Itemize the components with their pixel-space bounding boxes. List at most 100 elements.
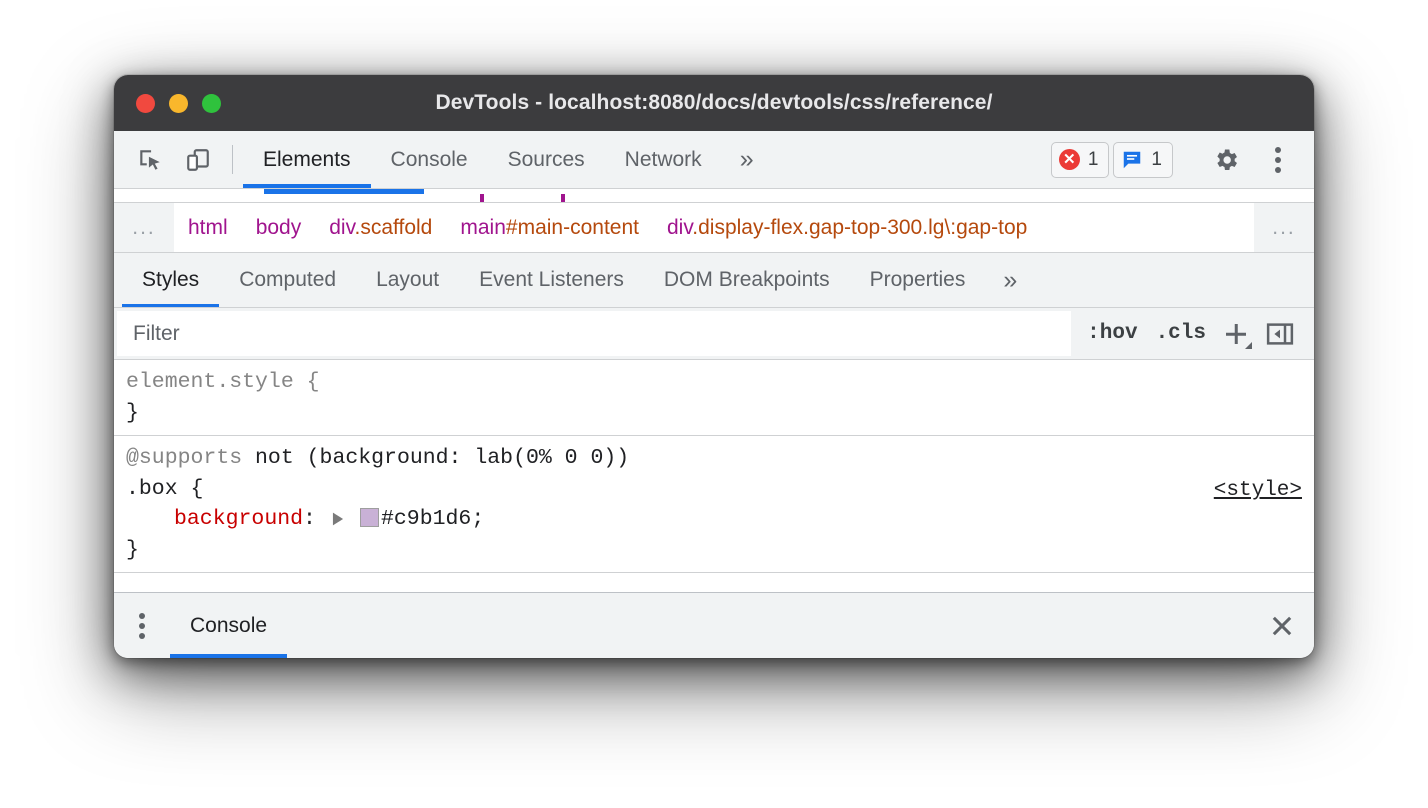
error-icon: ✕ bbox=[1059, 149, 1080, 170]
declaration-background-name[interactable]: background bbox=[174, 507, 303, 531]
window-titlebar: DevTools - localhost:8080/docs/devtools/… bbox=[114, 75, 1314, 131]
style-rule-next-clipped[interactable]: . bbox=[114, 573, 1314, 587]
tab-network-label: Network bbox=[625, 148, 702, 172]
filter-input[interactable] bbox=[117, 311, 1071, 356]
breadcrumb-item-main-content-extra: #main-content bbox=[506, 216, 639, 239]
breadcrumb-item-body[interactable]: body bbox=[242, 216, 316, 240]
chevron-double-right-icon-sidebar: » bbox=[1003, 266, 1015, 295]
main-menu-button[interactable] bbox=[1254, 147, 1302, 173]
style-rule-box[interactable]: @supports not (background: lab(0% 0 0)) … bbox=[114, 436, 1314, 573]
breadcrumb-item-div-scaffold-extra: .scaffold bbox=[355, 216, 433, 239]
styles-sidebar-tab-list: Styles Computed Layout Event Listeners D… bbox=[114, 253, 1314, 308]
toolbar-right-group: ✕ 1 1 bbox=[1051, 131, 1314, 188]
kebab-menu-icon bbox=[1275, 147, 1281, 173]
drawer-menu-button[interactable] bbox=[114, 593, 170, 658]
breadcrumb-overflow-right[interactable]: ... bbox=[1254, 203, 1314, 252]
close-icon bbox=[1268, 612, 1296, 640]
style-rule-element-style[interactable]: element.style { } bbox=[114, 360, 1314, 436]
element-style-close-brace: } bbox=[126, 398, 1314, 429]
message-count-badge[interactable]: 1 bbox=[1113, 142, 1173, 178]
tab-network[interactable]: Network bbox=[605, 131, 722, 188]
declaration-background[interactable]: background: ▶ #c9b1d6; bbox=[126, 504, 1314, 535]
more-sidebar-tabs-button[interactable]: » bbox=[985, 253, 1033, 307]
dom-selection-highlight bbox=[264, 189, 424, 194]
tab-elements-label: Elements bbox=[263, 148, 351, 172]
close-button[interactable] bbox=[136, 94, 155, 113]
color-swatch[interactable] bbox=[360, 508, 379, 527]
tab-computed-label: Computed bbox=[239, 268, 336, 292]
tab-dom-breakpoints-label: DOM Breakpoints bbox=[664, 268, 830, 292]
at-supports-keyword: @supports bbox=[126, 446, 242, 470]
tab-styles[interactable]: Styles bbox=[122, 253, 219, 307]
console-drawer: Console bbox=[114, 592, 1314, 658]
breadcrumb-overflow-left-label: ... bbox=[132, 216, 156, 240]
breadcrumb-item-div-scaffold[interactable]: div.scaffold bbox=[315, 216, 446, 240]
dom-tree-clipped-sliver bbox=[114, 189, 1314, 203]
supports-at-rule-line: @supports not (background: lab(0% 0 0)) bbox=[126, 443, 1314, 474]
dom-tag-fragment-2 bbox=[561, 194, 565, 203]
tab-dom-breakpoints[interactable]: DOM Breakpoints bbox=[644, 253, 850, 307]
at-supports-condition: not (background: lab(0% 0 0)) bbox=[242, 446, 629, 470]
dropdown-corner-icon bbox=[1245, 342, 1252, 349]
message-icon bbox=[1121, 149, 1143, 171]
tab-computed[interactable]: Computed bbox=[219, 253, 356, 307]
toggle-element-classes-button[interactable]: .cls bbox=[1150, 320, 1212, 347]
breadcrumb-overflow-left[interactable]: ... bbox=[114, 203, 174, 252]
tab-console-label: Console bbox=[391, 148, 468, 172]
breadcrumb-item-body-tag: body bbox=[256, 216, 302, 239]
tab-sources[interactable]: Sources bbox=[488, 131, 605, 188]
toggle-hover-state-button[interactable]: :hov bbox=[1081, 320, 1143, 347]
tab-styles-label: Styles bbox=[142, 268, 199, 292]
panel-tab-list: Elements Console Sources Network » bbox=[243, 131, 770, 188]
breadcrumb-item-main-content-tag: main bbox=[460, 216, 506, 239]
expand-shorthand-triangle-icon[interactable]: ▶ bbox=[329, 506, 347, 536]
error-count: 1 bbox=[1088, 149, 1099, 171]
new-style-rule-button[interactable] bbox=[1218, 316, 1254, 352]
breadcrumb-item-main-content[interactable]: main#main-content bbox=[446, 216, 653, 240]
breadcrumb-item-html[interactable]: html bbox=[174, 216, 242, 240]
box-close-brace: } bbox=[126, 535, 1314, 566]
inspect-element-icon bbox=[137, 147, 163, 173]
breadcrumb-item-div-display-flex[interactable]: div.display-flex.gap-top-300.lg\:gap-top bbox=[653, 216, 1041, 240]
chevron-double-right-icon: » bbox=[740, 145, 752, 174]
tab-event-listeners-label: Event Listeners bbox=[479, 268, 624, 292]
inspect-element-button[interactable] bbox=[126, 131, 174, 188]
drawer-tab-console-label: Console bbox=[190, 614, 267, 638]
gear-icon bbox=[1212, 146, 1240, 174]
tab-console[interactable]: Console bbox=[371, 131, 488, 188]
tab-properties[interactable]: Properties bbox=[850, 253, 986, 307]
error-count-badge[interactable]: ✕ 1 bbox=[1051, 142, 1110, 178]
dom-tag-fragment-1 bbox=[480, 194, 484, 203]
device-toolbar-icon bbox=[185, 147, 211, 173]
style-origin-link[interactable]: <style> bbox=[1214, 476, 1302, 506]
toggle-computed-sidebar-button[interactable] bbox=[1260, 319, 1300, 349]
breadcrumb-item-html-tag: html bbox=[188, 216, 228, 239]
filter-actions-group: :hov .cls bbox=[1071, 308, 1314, 359]
message-count: 1 bbox=[1151, 149, 1162, 171]
kebab-menu-icon-drawer bbox=[139, 613, 145, 639]
declaration-background-value[interactable]: #c9b1d6; bbox=[381, 507, 484, 531]
tab-layout-label: Layout bbox=[376, 268, 439, 292]
traffic-lights bbox=[136, 94, 221, 113]
maximize-button[interactable] bbox=[202, 94, 221, 113]
box-selector[interactable]: .box { bbox=[126, 474, 1314, 505]
element-style-selector[interactable]: element.style { bbox=[126, 367, 1314, 398]
tab-event-listeners[interactable]: Event Listeners bbox=[459, 253, 644, 307]
device-toolbar-button[interactable] bbox=[174, 131, 222, 188]
more-panels-button[interactable]: » bbox=[722, 131, 770, 188]
breadcrumb-overflow-right-label: ... bbox=[1272, 216, 1296, 240]
styles-rules-pane[interactable]: element.style { } @supports not (backgro… bbox=[114, 360, 1314, 592]
window-title: DevTools - localhost:8080/docs/devtools/… bbox=[114, 91, 1314, 115]
settings-button[interactable] bbox=[1202, 146, 1250, 174]
tab-elements[interactable]: Elements bbox=[243, 131, 371, 188]
toolbar-left-group bbox=[114, 131, 243, 188]
tab-sources-label: Sources bbox=[508, 148, 585, 172]
minimize-button[interactable] bbox=[169, 94, 188, 113]
drawer-tab-console[interactable]: Console bbox=[170, 593, 287, 658]
devtools-window: DevTools - localhost:8080/docs/devtools/… bbox=[114, 75, 1314, 658]
drawer-close-button[interactable] bbox=[1250, 593, 1314, 658]
toggle-sidebar-icon bbox=[1265, 319, 1295, 349]
breadcrumb-item-div-display-flex-extra: .display-flex.gap-top-300.lg\:gap-top bbox=[692, 216, 1027, 239]
tab-layout[interactable]: Layout bbox=[356, 253, 459, 307]
breadcrumb-item-div-display-flex-tag: div bbox=[667, 216, 692, 239]
